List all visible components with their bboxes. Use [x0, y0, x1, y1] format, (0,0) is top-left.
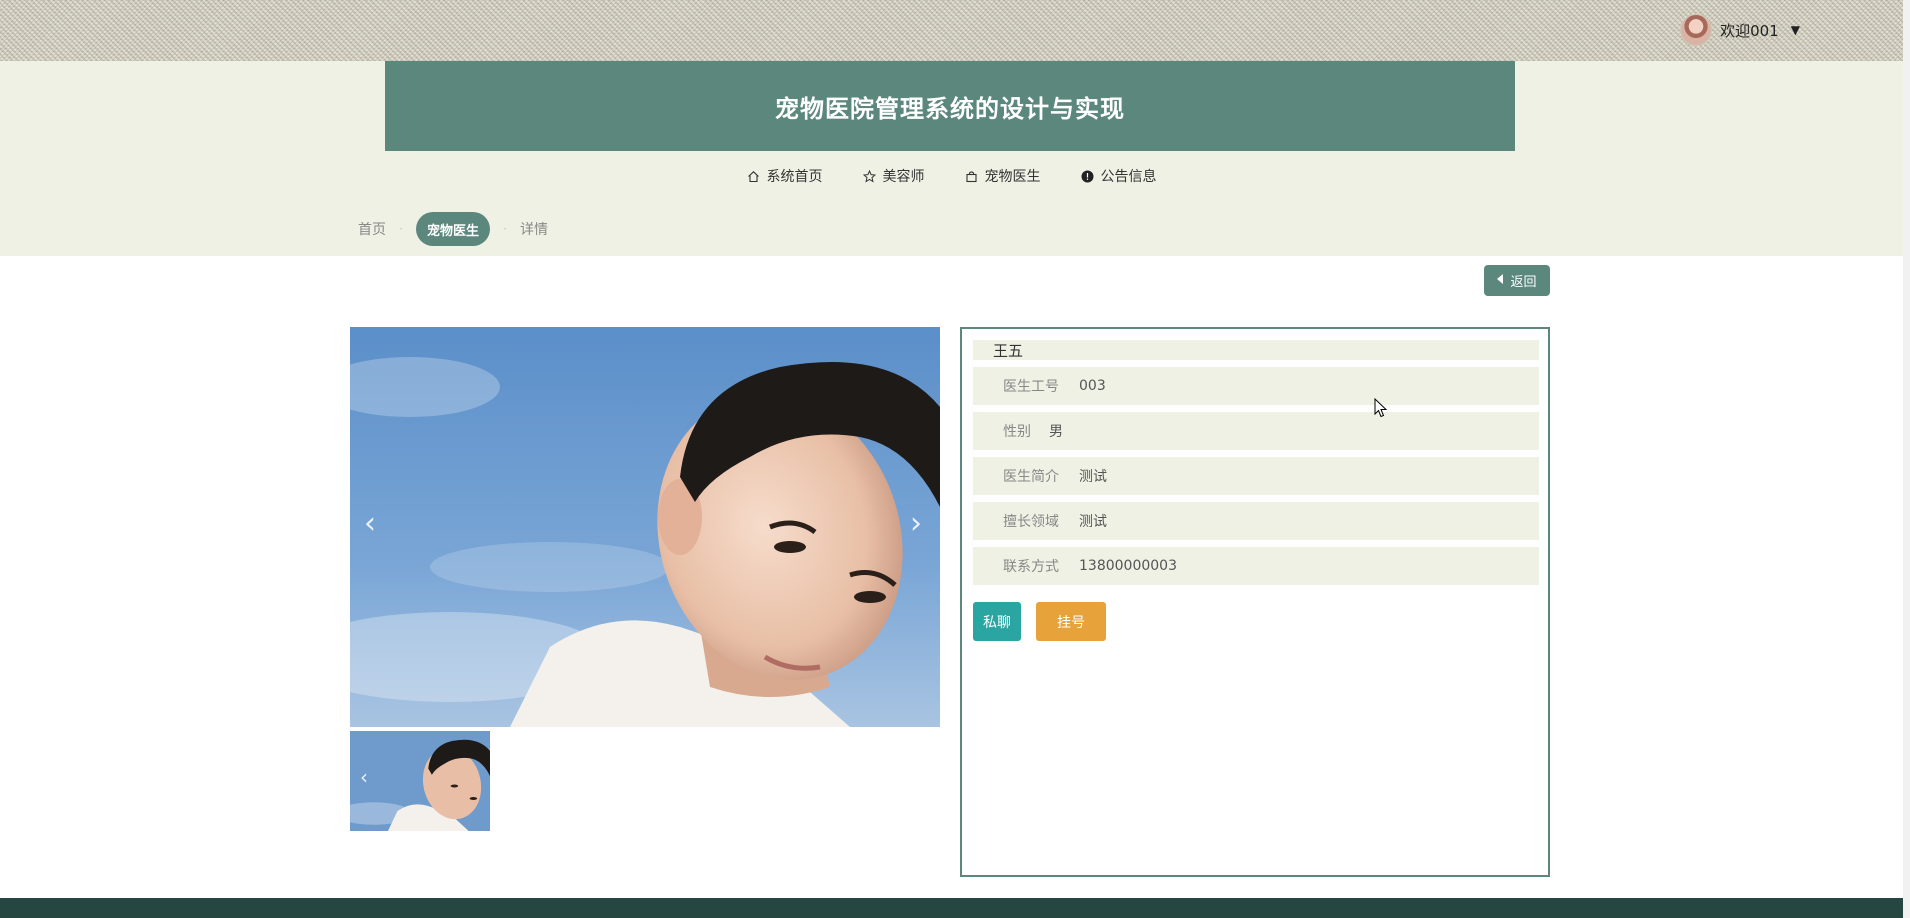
field-row-specialty: 擅长领域 测试 — [973, 502, 1539, 540]
caret-left-icon — [1497, 273, 1504, 288]
star-icon — [863, 169, 877, 183]
nav-item-groomer[interactable]: 美容师 — [863, 163, 925, 189]
field-label: 性别 — [1003, 424, 1031, 440]
info-icon — [1081, 169, 1095, 183]
doctor-photo: ‹ › — [350, 327, 940, 727]
footer — [0, 898, 1903, 918]
field-label: 联系方式 — [1003, 559, 1059, 575]
field-value: 13800000003 — [1079, 558, 1177, 574]
field-row-intro: 医生简介 测试 — [973, 457, 1539, 495]
scrollbar[interactable] — [1903, 0, 1910, 918]
field-value: 003 — [1079, 378, 1106, 394]
breadcrumb-detail: 详情 — [520, 222, 549, 238]
bag-icon — [965, 169, 979, 183]
back-button-label: 返回 — [1510, 275, 1537, 290]
breadcrumb-separator: · — [503, 222, 507, 236]
field-value: 测试 — [1079, 514, 1107, 530]
welcome-label[interactable]: 欢迎001 — [1720, 20, 1779, 41]
nav-item-label: 宠物医生 — [984, 169, 1041, 185]
field-label: 医生工号 — [1003, 379, 1059, 395]
doctor-name: 王五 — [973, 340, 1539, 360]
field-label: 擅长领域 — [1003, 514, 1059, 530]
nav-item-label: 系统首页 — [766, 169, 823, 185]
field-label: 医生简介 — [1003, 469, 1059, 485]
mouse-cursor-icon — [1374, 398, 1388, 418]
nav-item-doctor[interactable]: 宠物医生 — [965, 163, 1041, 189]
nav-item-home[interactable]: 系统首页 — [747, 163, 823, 189]
register-button[interactable]: 挂号 — [1036, 602, 1106, 641]
field-row-contact: 联系方式 13800000003 — [973, 547, 1539, 585]
avatar[interactable] — [1680, 14, 1713, 46]
doctor-name-text: 王五 — [993, 341, 1024, 360]
top-bar — [0, 0, 1903, 61]
field-value: 测试 — [1079, 469, 1107, 485]
site-title: 宠物医院管理系统的设计与实现 — [775, 94, 1125, 123]
user-menu[interactable]: 欢迎001 ▼ — [1680, 14, 1800, 46]
site-title-banner: 宠物医院管理系统的设计与实现 — [385, 61, 1515, 151]
breadcrumb-home[interactable]: 首页 — [358, 219, 386, 239]
doctor-detail-panel: 王五 医生工号 003 性别 男 医生简介 测试 擅长领域 测试 联系方式 13… — [960, 327, 1550, 877]
main-nav: 系统首页 美容师 宠物医生 公告信息 — [0, 163, 1903, 189]
field-row-id: 医生工号 003 — [973, 367, 1539, 405]
breadcrumb-current[interactable]: 宠物医生 — [416, 212, 491, 246]
caret-down-icon[interactable]: ▼ — [1791, 23, 1800, 37]
prev-slide-icon[interactable]: ‹ — [364, 509, 376, 539]
nav-item-label: 美容师 — [882, 169, 925, 185]
breadcrumb: 首页 · 宠物医生 · 详情 — [358, 212, 548, 246]
breadcrumb-separator: · — [399, 222, 403, 236]
next-slide-icon[interactable]: › — [910, 509, 922, 539]
photo-thumbnail[interactable]: ‹ — [350, 731, 490, 831]
home-icon — [747, 169, 761, 183]
private-chat-button[interactable]: 私聊 — [973, 602, 1021, 641]
nav-item-notice[interactable]: 公告信息 — [1081, 163, 1157, 189]
field-row-gender: 性别 男 — [973, 412, 1539, 450]
field-value: 男 — [1049, 424, 1063, 440]
thumb-prev-icon[interactable]: ‹ — [360, 767, 368, 787]
back-button[interactable]: 返回 — [1484, 265, 1550, 296]
nav-item-label: 公告信息 — [1100, 169, 1157, 185]
